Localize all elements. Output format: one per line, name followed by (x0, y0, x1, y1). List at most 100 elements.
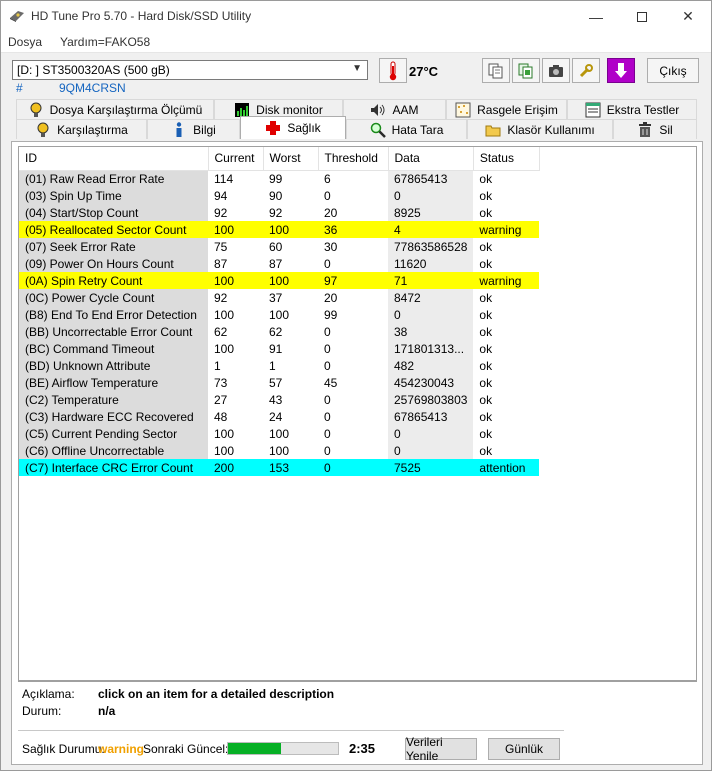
cell-worst: 60 (269, 239, 283, 254)
cell-id: (C7) Interface CRC Error Count (19, 459, 208, 476)
cell-id: (C5) Current Pending Sector (19, 425, 208, 442)
cell-id: (BC) Command Timeout (19, 340, 208, 357)
cell-threshold: 0 (318, 459, 388, 476)
copy-all-icon (518, 63, 533, 78)
exit-button[interactable]: Çıkış (647, 58, 699, 83)
health-cross-icon (265, 120, 281, 136)
column-header-id[interactable]: ID (19, 147, 209, 171)
temperature-value: 27°C (409, 64, 439, 79)
maximize-button[interactable] (619, 1, 665, 32)
cell-threshold: 0 (324, 256, 331, 271)
cell-current: 48 (214, 409, 228, 424)
tab-benchmark-label: Karşılaştırma (57, 122, 128, 137)
tab-erase[interactable]: Sil (613, 119, 697, 139)
cell-worst: 62 (269, 324, 283, 339)
cell-id: (BE) Airflow Temperature (19, 374, 208, 391)
description-value: click on an item for a detailed descript… (98, 687, 335, 701)
cell-worst: 43 (269, 392, 283, 407)
cell-threshold: 0 (324, 341, 331, 356)
tab-benchmark[interactable]: Karşılaştırma (16, 119, 147, 139)
cell-worst: 87 (269, 256, 283, 271)
log-button[interactable]: Günlük (488, 738, 560, 760)
status-value: n/a (98, 704, 116, 718)
tab-random-access-label: Rasgele Erişim (477, 102, 558, 117)
cell-id: (04) Start/Stop Count (19, 204, 208, 221)
cell-status: warning (473, 272, 540, 289)
cell-current: 1 (214, 358, 221, 373)
table-row[interactable]: (01) Raw Read Error Rate 114 99 6 67865413 ok (19, 170, 539, 187)
cell-status: ok (479, 290, 493, 305)
tab-folder-usage[interactable]: Klasör Kullanımı (467, 119, 613, 139)
table-row[interactable]: (C6) Offline Uncorrectable 100 100 0 0 ok (19, 442, 539, 459)
tab-extra-tests[interactable]: Ekstra Testler (567, 99, 697, 119)
table-row[interactable]: (05) Reallocated Sector Count 100 100 36 4 wa… (19, 221, 540, 238)
extra-tests-icon (585, 102, 601, 118)
options-button[interactable] (572, 58, 600, 83)
title-bar: HD Tune Pro 5.70 - Hard Disk/SSD Utility… (1, 1, 711, 32)
menu-yardim[interactable]: Yardım=FAKO58 (60, 35, 150, 49)
cell-worst: 37 (269, 290, 283, 305)
copy-all-button[interactable] (512, 58, 540, 83)
cell-threshold: 0 (324, 358, 331, 373)
refresh-data-button[interactable]: Verileri Yenile (405, 735, 477, 763)
tab-file-benchmark[interactable]: Dosya Karşılaştırma Ölçümü (16, 99, 214, 119)
table-row[interactable]: (0C) Power Cycle Count 92 37 20 8472 ok (19, 289, 539, 306)
cell-worst: 100 (269, 426, 290, 441)
table-row[interactable]: (04) Start/Stop Count 92 92 20 8925 ok (19, 204, 539, 221)
table-row[interactable]: (BC) Command Timeout 100 91 0 171801313... ok (19, 340, 539, 357)
magnifier-icon (370, 122, 386, 138)
table-row[interactable]: (C5) Current Pending Sector 100 100 0 0 ok (19, 425, 539, 442)
cell-id: (C3) Hardware ECC Recovered (19, 408, 208, 425)
tab-random-access[interactable]: Rasgele Erişim (446, 99, 567, 119)
smart-table-container[interactable]: ID Current Worst Threshold Data Status (… (18, 146, 697, 681)
table-row[interactable]: (BE) Airflow Temperature 73 57 45 454230043 o… (19, 374, 539, 391)
table-row[interactable]: (C2) Temperature 27 43 0 25769803803 ok (19, 391, 539, 408)
cell-status: ok (479, 324, 493, 339)
column-header-data[interactable]: Data (388, 147, 474, 171)
benchmark-bulb-icon (35, 122, 51, 138)
column-header-threshold[interactable]: Threshold (318, 147, 389, 171)
table-header-row: ID Current Worst Threshold Data Status (19, 147, 540, 171)
table-row[interactable]: (B8) End To End Error Detection 100 100 99 0… (19, 306, 539, 323)
cell-threshold: 45 (324, 375, 338, 390)
cell-data: 71 (388, 272, 474, 289)
table-row[interactable]: (07) Seek Error Rate 75 60 30 77863586528 ok (19, 238, 539, 255)
tab-error-scan[interactable]: Hata Tara (346, 119, 467, 139)
cell-status: ok (479, 341, 493, 356)
temperature-button[interactable] (379, 58, 407, 83)
cell-status: ok (479, 256, 493, 271)
cell-current: 114 (214, 171, 234, 186)
cell-status: ok (479, 358, 493, 373)
cell-id: (C2) Temperature (19, 391, 208, 408)
cell-worst: 100 (269, 307, 290, 322)
cell-current: 100 (214, 341, 235, 356)
drive-select[interactable]: [D: ] ST3500320AS (500 gB) ▼ (12, 60, 368, 80)
close-button[interactable]: ✕ (665, 1, 711, 32)
toolbar: [D: ] ST3500320AS (500 gB) ▼ # 9QM4CRSN … (1, 53, 711, 97)
cell-current: 87 (214, 256, 228, 271)
table-row[interactable]: (0A) Spin Retry Count 100 100 97 71 warning (19, 272, 540, 289)
tab-aam[interactable]: AAM (343, 99, 446, 119)
table-row[interactable]: (C7) Interface CRC Error Count 200 153 0 752… (19, 459, 540, 476)
cell-status: ok (479, 375, 493, 390)
column-header-current[interactable]: Current (208, 147, 264, 171)
cell-current: 62 (214, 324, 228, 339)
column-header-worst[interactable]: Worst (263, 147, 319, 171)
cell-status: ok (479, 443, 493, 458)
table-row[interactable]: (BD) Unknown Attribute 1 1 0 482 ok (19, 357, 539, 374)
cell-threshold: 36 (318, 221, 388, 238)
tab-info-label: Bilgi (193, 122, 216, 137)
screenshot-button[interactable] (542, 58, 570, 83)
table-row[interactable]: (C3) Hardware ECC Recovered 48 24 0 67865413… (19, 408, 539, 425)
minimize-button[interactable]: — (573, 1, 619, 32)
menu-dosya[interactable]: Dosya (8, 35, 42, 49)
table-row[interactable]: (03) Spin Up Time 94 90 0 0 ok (19, 187, 539, 204)
tab-health[interactable]: Sağlık (240, 116, 346, 139)
tab-info[interactable]: Bilgi (147, 119, 240, 139)
copy-info-button[interactable] (482, 58, 510, 83)
table-row[interactable]: (09) Power On Hours Count 87 87 0 11620 ok (19, 255, 539, 272)
save-button[interactable] (607, 58, 635, 83)
table-row[interactable]: (BB) Uncorrectable Error Count 62 62 0 38 ok (19, 323, 539, 340)
column-header-status[interactable]: Status (473, 147, 540, 171)
tab-health-label: Sağlık (287, 121, 321, 135)
